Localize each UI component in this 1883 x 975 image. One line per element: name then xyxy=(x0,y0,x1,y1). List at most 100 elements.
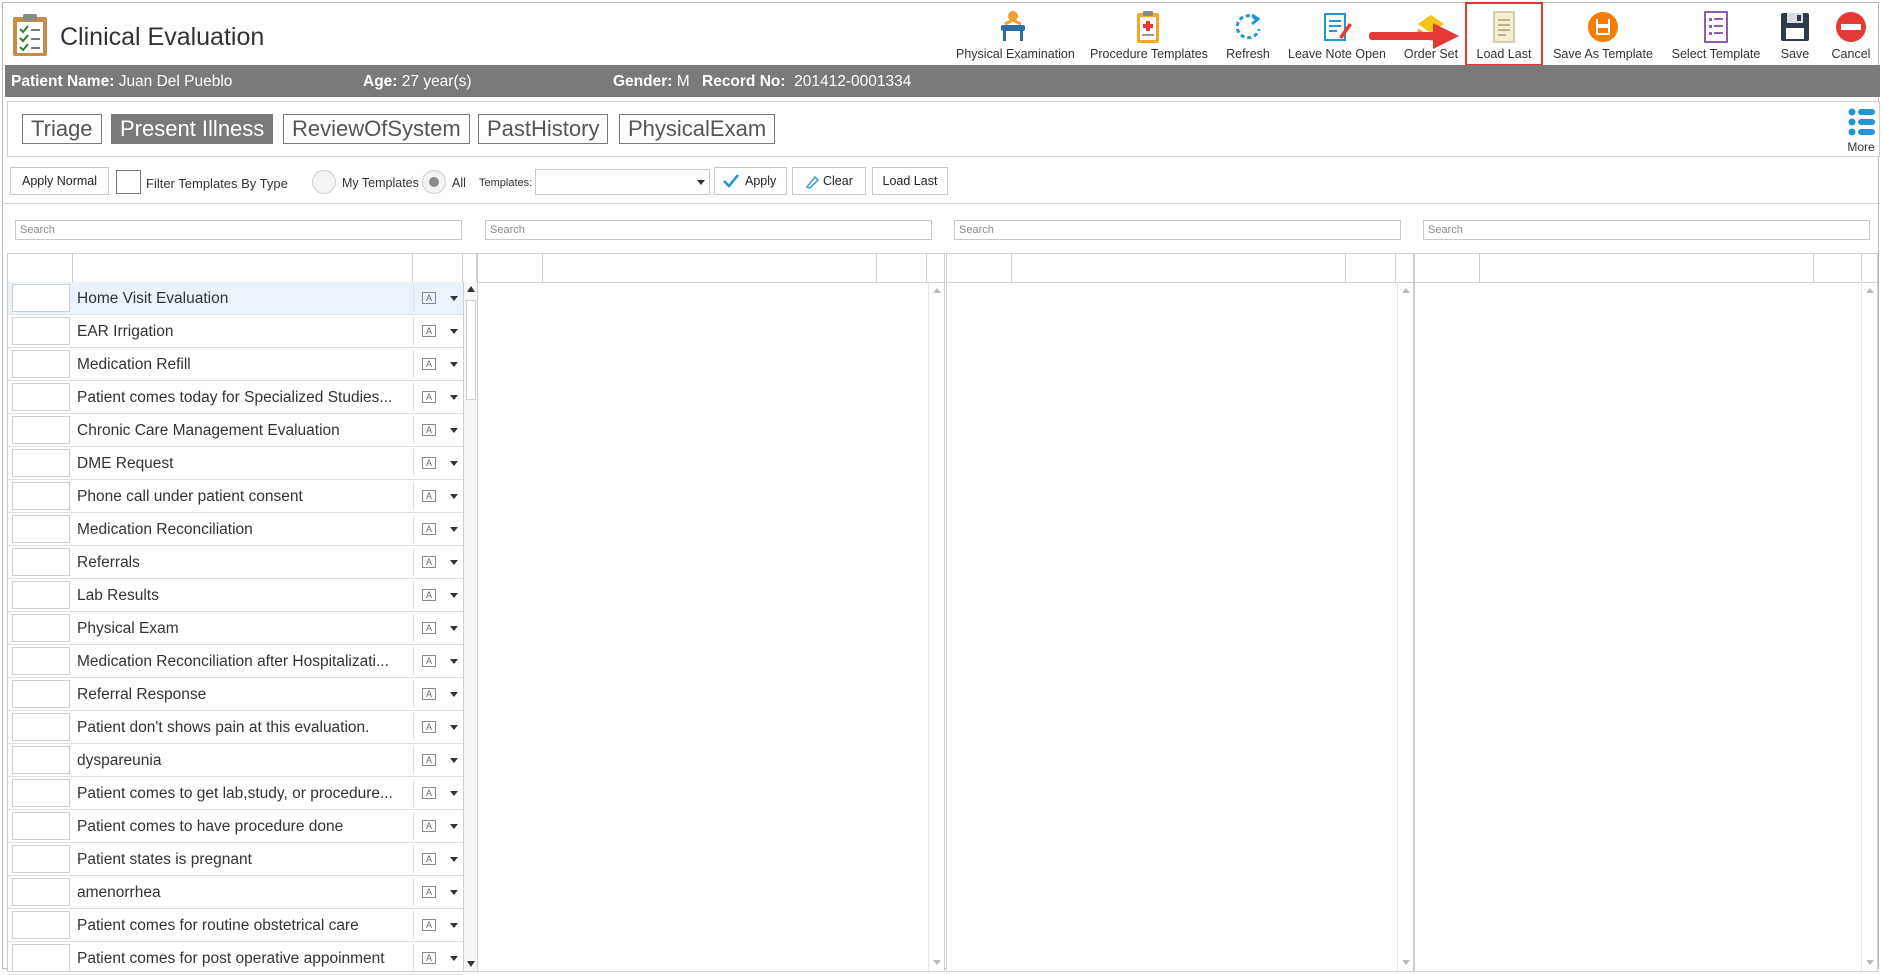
table-row[interactable]: Patient comes for routine obstetrical ca… xyxy=(8,909,463,942)
table-row[interactable]: Referral Response A xyxy=(8,678,463,711)
save-button[interactable]: Save xyxy=(1773,7,1817,61)
row-action-dropdown[interactable]: A xyxy=(413,548,462,576)
search-input-1[interactable] xyxy=(15,220,462,240)
tab-physical-exam[interactable]: PhysicalExam xyxy=(619,114,776,144)
row-checkbox[interactable] xyxy=(12,746,70,774)
row-action-dropdown[interactable]: A xyxy=(413,746,462,774)
load-last-filter-button[interactable]: Load Last xyxy=(872,167,948,195)
row-checkbox[interactable] xyxy=(12,614,70,642)
row-checkbox[interactable] xyxy=(12,878,70,906)
scroll-down-arrow-icon[interactable] xyxy=(1866,960,1874,965)
row-action-dropdown[interactable]: A xyxy=(413,284,462,312)
scroll-down-arrow-icon[interactable] xyxy=(1402,960,1410,965)
tab-present-illness[interactable]: Present Illness xyxy=(111,114,274,144)
row-action-dropdown[interactable]: A xyxy=(413,680,462,708)
scroll-up-arrow-icon[interactable] xyxy=(467,286,475,292)
row-checkbox[interactable] xyxy=(12,647,70,675)
scrollbar[interactable] xyxy=(1397,282,1413,971)
row-action-dropdown[interactable]: A xyxy=(413,647,462,675)
table-row[interactable]: Phone call under patient consent A xyxy=(8,480,463,513)
procedure-templates-button[interactable]: Procedure Templates xyxy=(1090,7,1208,61)
table-row[interactable]: Medication Reconciliation after Hospital… xyxy=(8,645,463,678)
row-action-dropdown[interactable]: A xyxy=(413,878,462,906)
table-row[interactable]: Physical Exam A xyxy=(8,612,463,645)
table-row[interactable]: amenorrhea A xyxy=(8,876,463,909)
table-row[interactable]: Patient comes to get lab,study, or proce… xyxy=(8,777,463,810)
scroll-up-arrow-icon[interactable] xyxy=(933,288,941,293)
row-checkbox[interactable] xyxy=(12,779,70,807)
scrollbar[interactable] xyxy=(928,282,944,971)
tab-review-of-system[interactable]: ReviewOfSystem xyxy=(283,114,470,144)
table-row[interactable]: DME Request A xyxy=(8,447,463,480)
row-action-dropdown[interactable]: A xyxy=(413,449,462,477)
row-action-dropdown[interactable]: A xyxy=(413,383,462,411)
row-checkbox[interactable] xyxy=(12,383,70,411)
search-input-4[interactable] xyxy=(1423,220,1870,240)
row-checkbox[interactable] xyxy=(12,317,70,345)
row-checkbox[interactable] xyxy=(12,911,70,939)
more-button[interactable]: More xyxy=(1841,102,1881,156)
table-row[interactable]: Referrals A xyxy=(8,546,463,579)
search-input-2[interactable] xyxy=(485,220,932,240)
table-row[interactable]: Medication Reconciliation A xyxy=(8,513,463,546)
row-checkbox[interactable] xyxy=(12,944,70,972)
row-action-dropdown[interactable]: A xyxy=(413,482,462,510)
row-action-dropdown[interactable]: A xyxy=(413,350,462,378)
row-checkbox[interactable] xyxy=(12,350,70,378)
row-action-dropdown[interactable]: A xyxy=(413,713,462,741)
row-checkbox[interactable] xyxy=(12,845,70,873)
row-action-dropdown[interactable]: A xyxy=(413,845,462,873)
row-checkbox[interactable] xyxy=(12,515,70,543)
row-checkbox[interactable] xyxy=(12,482,70,510)
row-checkbox[interactable] xyxy=(12,713,70,741)
scrollbar[interactable] xyxy=(1861,282,1877,971)
table-row[interactable]: Lab Results A xyxy=(8,579,463,612)
table-row[interactable]: EAR Irrigation A xyxy=(8,315,463,348)
scroll-down-arrow-icon[interactable] xyxy=(933,960,941,965)
refresh-button[interactable]: Refresh xyxy=(1223,7,1273,61)
scroll-up-arrow-icon[interactable] xyxy=(1866,288,1874,293)
row-action-dropdown[interactable]: A xyxy=(413,416,462,444)
row-checkbox[interactable] xyxy=(12,284,70,312)
scroll-thumb[interactable] xyxy=(466,300,476,400)
select-template-button[interactable]: Select Template xyxy=(1669,7,1763,61)
save-as-template-button[interactable]: Save As Template xyxy=(1551,7,1655,61)
apply-button[interactable]: Apply xyxy=(714,167,787,195)
table-row[interactable]: Patient comes to have procedure done A xyxy=(8,810,463,843)
table-row[interactable]: Home Visit Evaluation A xyxy=(8,282,463,315)
search-input-3[interactable] xyxy=(954,220,1401,240)
scroll-up-arrow-icon[interactable] xyxy=(1402,288,1410,293)
row-action-dropdown[interactable]: A xyxy=(413,317,462,345)
cancel-button[interactable]: Cancel xyxy=(1827,7,1875,61)
row-action-dropdown[interactable]: A xyxy=(413,581,462,609)
table-row[interactable]: Medication Refill A xyxy=(8,348,463,381)
row-action-dropdown[interactable]: A xyxy=(413,944,462,972)
scroll-down-arrow-icon[interactable] xyxy=(467,961,475,967)
row-action-dropdown[interactable]: A xyxy=(413,911,462,939)
row-checkbox[interactable] xyxy=(12,812,70,840)
row-checkbox[interactable] xyxy=(12,680,70,708)
table-row[interactable]: Patient comes for post operative appoinm… xyxy=(8,942,463,975)
row-action-dropdown[interactable]: A xyxy=(413,515,462,543)
templates-select[interactable] xyxy=(535,169,710,195)
table-row[interactable]: Patient don't shows pain at this evaluat… xyxy=(8,711,463,744)
row-checkbox[interactable] xyxy=(12,548,70,576)
row-action-dropdown[interactable]: A xyxy=(413,779,462,807)
all-radio[interactable] xyxy=(422,170,446,194)
apply-normal-button[interactable]: Apply Normal xyxy=(10,167,109,195)
table-row[interactable]: Chronic Care Management Evaluation A xyxy=(8,414,463,447)
row-checkbox[interactable] xyxy=(12,416,70,444)
my-templates-radio[interactable] xyxy=(312,170,336,194)
table-row[interactable]: dyspareunia A xyxy=(8,744,463,777)
row-checkbox[interactable] xyxy=(12,581,70,609)
row-checkbox[interactable] xyxy=(12,449,70,477)
table-row[interactable]: Patient comes today for Specialized Stud… xyxy=(8,381,463,414)
physical-examination-button[interactable]: Physical Examination xyxy=(956,7,1075,61)
filter-by-type-checkbox[interactable] xyxy=(116,170,141,194)
clear-button[interactable]: Clear xyxy=(792,167,866,195)
tab-past-history[interactable]: PastHistory xyxy=(478,114,609,144)
tab-triage[interactable]: Triage xyxy=(22,114,102,144)
table-row[interactable]: Patient states is pregnant A xyxy=(8,843,463,876)
row-action-dropdown[interactable]: A xyxy=(413,614,462,642)
row-action-dropdown[interactable]: A xyxy=(413,812,462,840)
